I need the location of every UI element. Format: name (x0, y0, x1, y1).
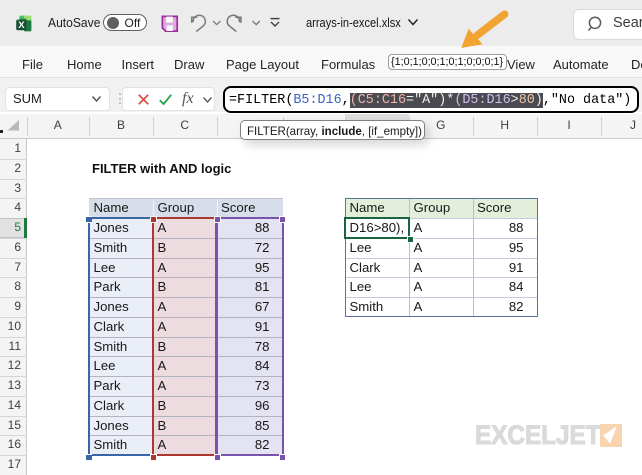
svg-text:X: X (18, 20, 25, 31)
